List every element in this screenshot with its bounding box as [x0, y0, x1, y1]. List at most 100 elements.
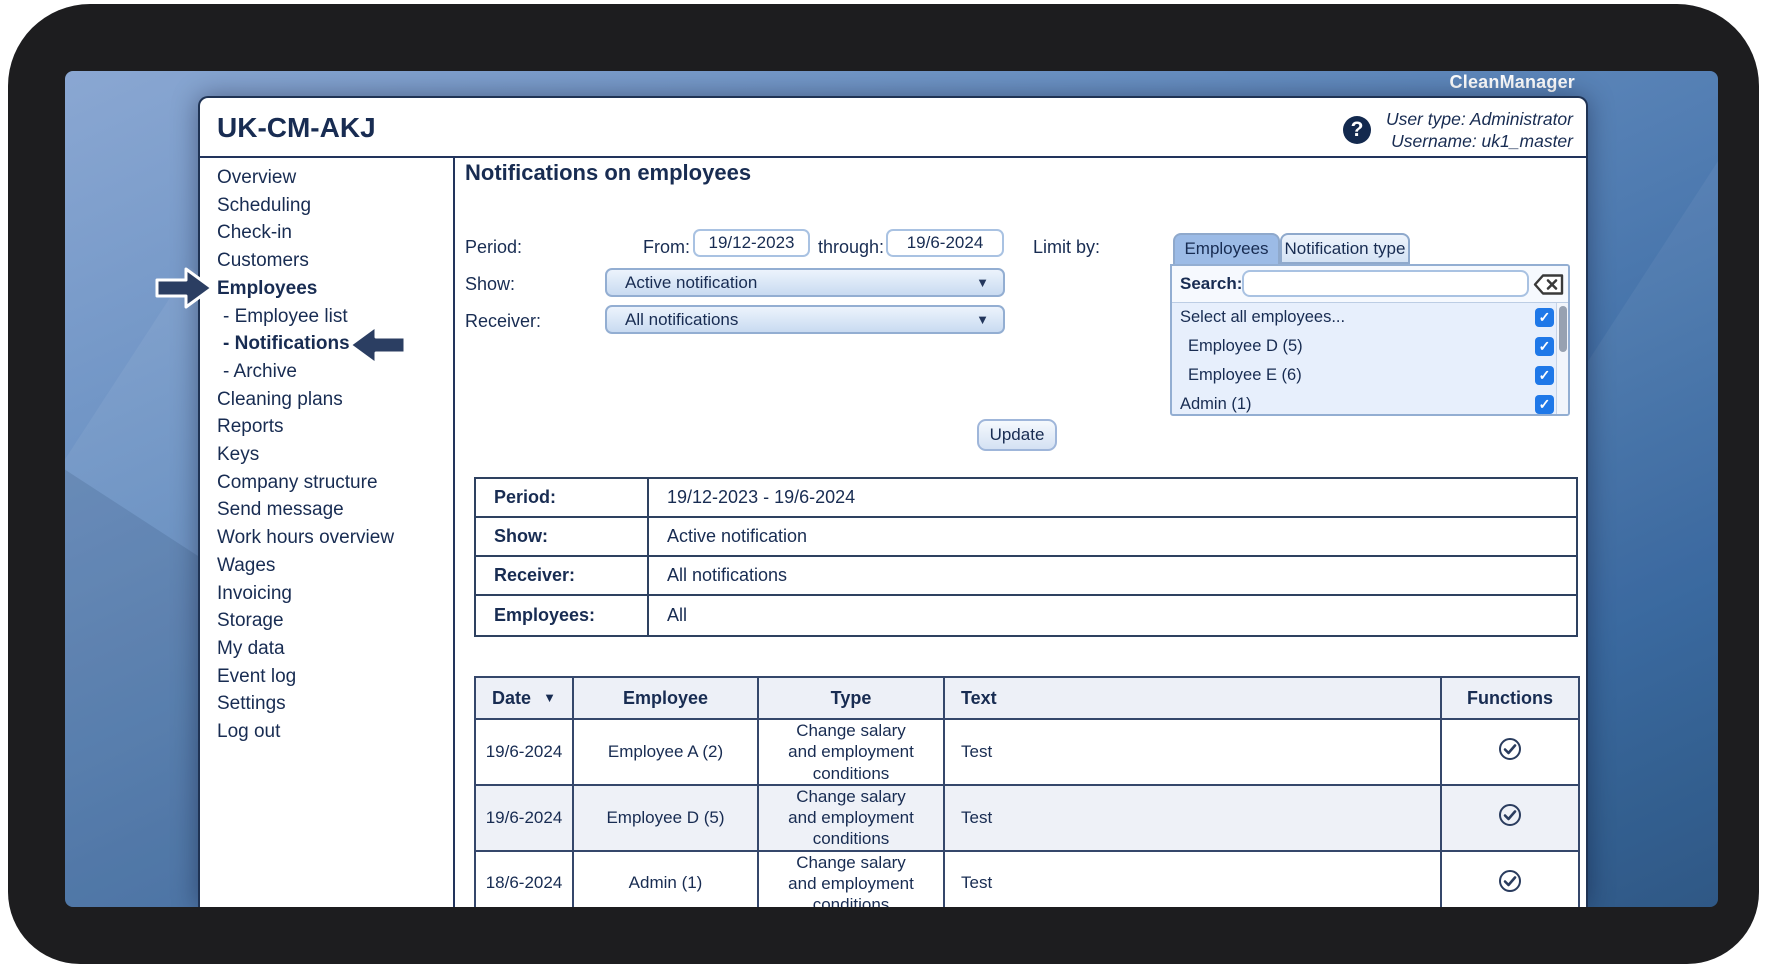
- approve-check-icon[interactable]: [1498, 737, 1522, 761]
- sidebar-item-customers[interactable]: Customers: [200, 247, 453, 275]
- scrollbar-thumb[interactable]: [1559, 306, 1567, 352]
- from-date-input[interactable]: [693, 229, 810, 257]
- cell-text: Test: [943, 783, 1442, 852]
- cell-type: Change salary and employment conditions: [757, 849, 945, 907]
- show-label: Show:: [465, 274, 516, 294]
- sidebar-item-my-data[interactable]: My data: [200, 635, 453, 663]
- cell-type: Change salary and employment conditions: [757, 783, 945, 852]
- approve-check-icon[interactable]: [1498, 869, 1522, 893]
- desktop-background: CleanManager UK-CM-AKJ ? User type: Admi…: [65, 71, 1718, 907]
- sidebar-item-reports[interactable]: Reports: [200, 413, 453, 441]
- summary-table: Period: 19/12-2023 - 19/6-2024 Show: Act…: [474, 477, 1578, 637]
- receiver-label: Receiver:: [465, 311, 542, 331]
- from-label: From:: [643, 237, 690, 257]
- update-button[interactable]: Update: [977, 419, 1057, 451]
- checkbox-checked-icon[interactable]: ✓: [1535, 366, 1554, 385]
- receiver-dropdown[interactable]: All notifications ▼: [605, 305, 1005, 334]
- cell-functions: [1440, 849, 1580, 907]
- sidebar-item-check-in[interactable]: Check-in: [200, 219, 453, 247]
- summary-row: Receiver: All notifications: [476, 557, 1576, 596]
- receiver-dropdown-value: All notifications: [625, 310, 739, 329]
- sidebar-item-keys[interactable]: Keys: [200, 441, 453, 469]
- employee-filter-panel: Search: Select all employees... ✓ Employ…: [1170, 264, 1570, 416]
- summary-label: Receiver:: [476, 557, 649, 594]
- cell-text: Test: [943, 718, 1442, 786]
- search-input[interactable]: [1242, 270, 1529, 297]
- cell-functions: [1440, 783, 1580, 852]
- table-row: 19/6-2024 Employee A (2) Change salary a…: [474, 718, 1580, 786]
- sidebar-divider: [453, 156, 455, 907]
- checkbox-checked-icon[interactable]: ✓: [1535, 395, 1554, 414]
- scrollbar[interactable]: [1556, 303, 1568, 414]
- cell-functions: [1440, 718, 1580, 786]
- summary-value: All notifications: [667, 565, 788, 585]
- sidebar-item-scheduling[interactable]: Scheduling: [200, 192, 453, 220]
- header-date[interactable]: Date ▼: [474, 676, 574, 720]
- tab-employees[interactable]: Employees: [1173, 233, 1280, 264]
- app-window: UK-CM-AKJ ? User type: Administrator Use…: [155, 96, 1588, 907]
- sidebar-item-employees[interactable]: Employees: [200, 275, 453, 303]
- sidebar-item-cleaning-plans[interactable]: Cleaning plans: [200, 386, 453, 414]
- approve-check-icon[interactable]: [1498, 803, 1522, 827]
- list-item-label: Employee E (6): [1188, 366, 1302, 384]
- tab-notification-type[interactable]: Notification type: [1280, 233, 1410, 264]
- sidebar-item-archive[interactable]: - Archive: [200, 358, 453, 386]
- username: Username: uk1_master: [1391, 131, 1573, 151]
- table-row: 19/6-2024 Employee D (5) Change salary a…: [474, 783, 1580, 852]
- arrow-right-annotation-icon: [155, 267, 214, 309]
- user-info: User type: Administrator Username: uk1_m…: [1386, 108, 1573, 152]
- sidebar-item-send-message[interactable]: Send message: [200, 496, 453, 524]
- summary-value: 19/12-2023 - 19/6-2024: [667, 487, 856, 507]
- search-label: Search:: [1180, 274, 1243, 293]
- summary-label: Period:: [476, 479, 649, 516]
- clear-search-icon[interactable]: [1533, 273, 1566, 296]
- header-text: Text: [943, 676, 1442, 720]
- show-dropdown[interactable]: Active notification ▼: [605, 268, 1005, 297]
- list-item-select-all[interactable]: Select all employees... ✓: [1172, 303, 1568, 332]
- page-heading: Notifications on employees: [465, 160, 752, 185]
- sidebar-item-notifications[interactable]: - Notifications: [200, 330, 453, 358]
- list-item-employee-e[interactable]: Employee E (6) ✓: [1172, 361, 1568, 390]
- header-date-label: Date: [492, 687, 532, 708]
- sidebar-item-wages[interactable]: Wages: [200, 552, 453, 580]
- search-row: Search:: [1172, 266, 1568, 303]
- list-item-label: Admin (1): [1180, 395, 1252, 413]
- sidebar-item-overview[interactable]: Overview: [200, 164, 453, 192]
- summary-row: Employees: All: [476, 596, 1576, 635]
- sidebar-item-settings[interactable]: Settings: [200, 690, 453, 718]
- list-item-label: Employee D (5): [1188, 337, 1303, 355]
- through-date-input[interactable]: [886, 229, 1004, 257]
- sidebar-item-company-structure[interactable]: Company structure: [200, 469, 453, 497]
- cell-employee: Admin (1): [572, 849, 759, 907]
- sidebar-item-storage[interactable]: Storage: [200, 607, 453, 635]
- chevron-down-icon: ▼: [976, 275, 989, 290]
- sidebar-item-log-out[interactable]: Log out: [200, 718, 453, 746]
- summary-row: Period: 19/12-2023 - 19/6-2024: [476, 479, 1576, 518]
- device-frame: CleanManager UK-CM-AKJ ? User type: Admi…: [8, 4, 1759, 964]
- header-employee: Employee: [572, 676, 759, 720]
- summary-row: Show: Active notification: [476, 518, 1576, 557]
- sidebar-item-work-hours-overview[interactable]: Work hours overview: [200, 524, 453, 552]
- cell-date: 18/6-2024: [474, 849, 574, 907]
- sidebar-item-event-log[interactable]: Event log: [200, 663, 453, 691]
- checkbox-checked-icon[interactable]: ✓: [1535, 337, 1554, 356]
- brand-logo: CleanManager: [1449, 72, 1575, 92]
- limit-by-label: Limit by:: [1033, 237, 1101, 257]
- summary-label: Show:: [476, 518, 649, 555]
- checkbox-checked-icon[interactable]: ✓: [1535, 308, 1554, 327]
- cell-type: Change salary and employment conditions: [757, 718, 945, 786]
- header-functions: Functions: [1440, 676, 1580, 720]
- user-type: User type: Administrator: [1385, 109, 1573, 129]
- help-icon[interactable]: ?: [1343, 116, 1371, 144]
- summary-label: Employees:: [476, 596, 649, 635]
- sidebar-item-invoicing[interactable]: Invoicing: [200, 580, 453, 608]
- list-item-employee-d[interactable]: Employee D (5) ✓: [1172, 332, 1568, 361]
- show-dropdown-value: Active notification: [625, 273, 758, 292]
- table-row: 18/6-2024 Admin (1) Change salary and em…: [474, 849, 1580, 907]
- list-item-admin[interactable]: Admin (1) ✓: [1172, 390, 1568, 414]
- employee-list: Select all employees... ✓ Employee D (5)…: [1172, 303, 1568, 414]
- sidebar-item-employee-list[interactable]: - Employee list: [200, 303, 453, 331]
- header-type: Type: [757, 676, 945, 720]
- sort-desc-icon[interactable]: ▼: [543, 690, 556, 705]
- cell-date: 19/6-2024: [474, 783, 574, 852]
